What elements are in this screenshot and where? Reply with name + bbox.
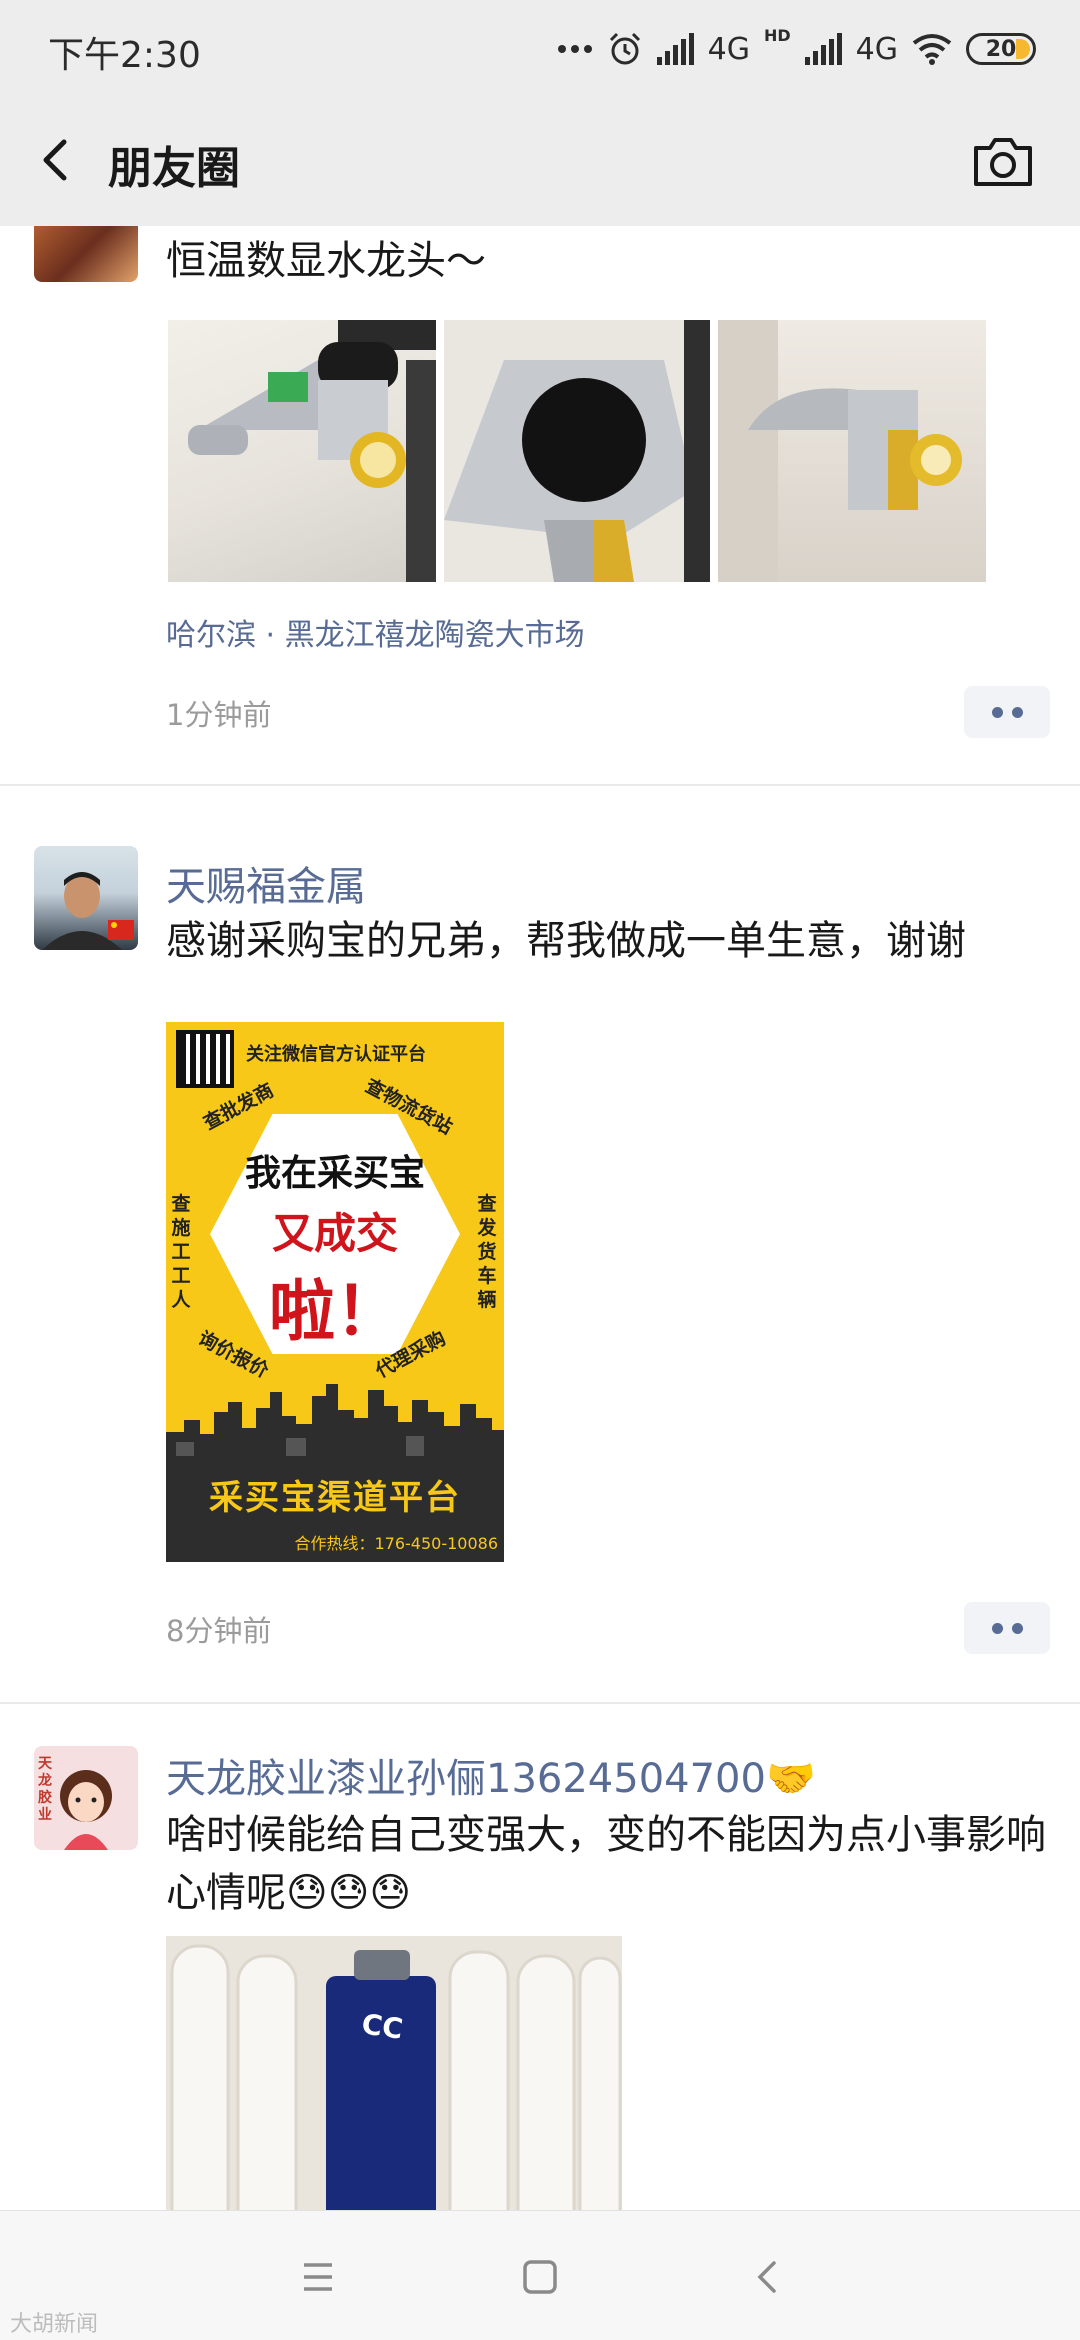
post-more-button[interactable] bbox=[964, 1602, 1050, 1654]
alarm-icon bbox=[609, 32, 640, 65]
system-nav-bar bbox=[0, 2210, 1080, 2340]
post-image[interactable]: 关注微信官方认证平台 查批发商 查物流货站 查施工工人 查发货车辆 我在采买宝 … bbox=[166, 1022, 504, 1562]
city-skyline-image bbox=[166, 1384, 504, 1456]
post-image[interactable] bbox=[718, 320, 986, 582]
post-more-button[interactable] bbox=[964, 686, 1050, 738]
post-image[interactable] bbox=[168, 320, 436, 582]
post-text: 感谢采购宝的兄弟，帮我做成一单生意，谢谢 bbox=[166, 918, 966, 964]
moments-feed[interactable]: 恒温数显水龙头～ 哈尔滨 · 黑龙江禧龙陶瓷大市场 1分钟前 天赐福金属 感谢采… bbox=[0, 226, 1080, 2210]
more-dots-icon bbox=[557, 45, 592, 53]
back-button[interactable] bbox=[28, 128, 92, 192]
moment-post: 恒温数显水龙头～ 哈尔滨 · 黑龙江禧龙陶瓷大市场 1分钟前 bbox=[0, 226, 1080, 786]
watermark: 大胡新闻 bbox=[10, 2312, 99, 2337]
post-time: 8分钟前 bbox=[166, 1614, 272, 1648]
camera-button[interactable] bbox=[970, 130, 1036, 192]
home-icon bbox=[523, 2260, 557, 2294]
signal-icon bbox=[804, 33, 842, 65]
post-text: 啥时候能给自己变强大，变的不能因为点小事影响心情呢😓😓😓 bbox=[166, 1812, 1046, 1916]
battery-level: 20 bbox=[985, 36, 1017, 62]
home-button[interactable] bbox=[512, 2249, 568, 2305]
poster-hotline: 合作热线：176-450-10086 bbox=[294, 1534, 498, 1553]
hd-label: HD bbox=[763, 26, 791, 45]
poster-footer-title: 采买宝渠道平台 bbox=[209, 1478, 461, 1518]
status-time: 下午2:30 bbox=[48, 35, 201, 76]
back-icon bbox=[757, 2261, 776, 2293]
status-icons: 4G HD 4G 20 bbox=[557, 26, 1036, 72]
avatar-label: 天龙胶业 bbox=[38, 1756, 52, 1823]
poster-top-text: 关注微信官方认证平台 bbox=[246, 1044, 426, 1065]
top-bar: 朋友圈 bbox=[0, 98, 1080, 226]
post-location[interactable]: 哈尔滨 · 黑龙江禧龙陶瓷大市场 bbox=[166, 610, 585, 654]
page-title: 朋友圈 bbox=[108, 143, 240, 194]
poster-footer: 采买宝渠道平台 合作热线：176-450-10086 bbox=[166, 1456, 504, 1562]
chevron-left-icon bbox=[43, 139, 67, 181]
poster-line-1: 我在采买宝 bbox=[244, 1153, 425, 1194]
avatar[interactable] bbox=[34, 226, 138, 282]
system-back-button[interactable] bbox=[740, 2249, 796, 2305]
post-image[interactable]: CC bbox=[166, 1936, 622, 2210]
divider bbox=[0, 784, 1080, 786]
divider bbox=[0, 1702, 1080, 1704]
avatar[interactable] bbox=[34, 846, 138, 950]
menu-button[interactable] bbox=[290, 2249, 346, 2305]
post-text: 恒温数显水龙头～ bbox=[166, 238, 486, 284]
moment-post: 天龙胶业 天龙胶业漆业孙俪13624504700🤝 啥时候能给自己变强大，变的不… bbox=[0, 1736, 1080, 2210]
post-nickname[interactable]: 天龙胶业漆业孙俪13624504700🤝 bbox=[166, 1746, 816, 1804]
qr-code bbox=[176, 1030, 234, 1088]
post-nickname[interactable]: 天赐福金属 bbox=[166, 854, 366, 912]
svg-text:CC: CC bbox=[360, 2007, 405, 2045]
post-time: 1分钟前 bbox=[166, 698, 272, 732]
network-type-2: 4G bbox=[855, 31, 898, 67]
camera-icon bbox=[974, 138, 1032, 186]
status-bar: 下午2:30 4G HD 4G 20 bbox=[0, 0, 1080, 98]
network-type-1: 4G bbox=[707, 31, 750, 67]
post-image[interactable] bbox=[444, 320, 710, 582]
battery-icon: 20 bbox=[966, 33, 1036, 65]
avatar[interactable]: 天龙胶业 bbox=[34, 1746, 138, 1850]
poster-line-2: 又成交 bbox=[271, 1209, 398, 1258]
signal-icon bbox=[656, 33, 694, 65]
menu-icon bbox=[304, 2263, 332, 2291]
wifi-icon bbox=[912, 34, 952, 65]
